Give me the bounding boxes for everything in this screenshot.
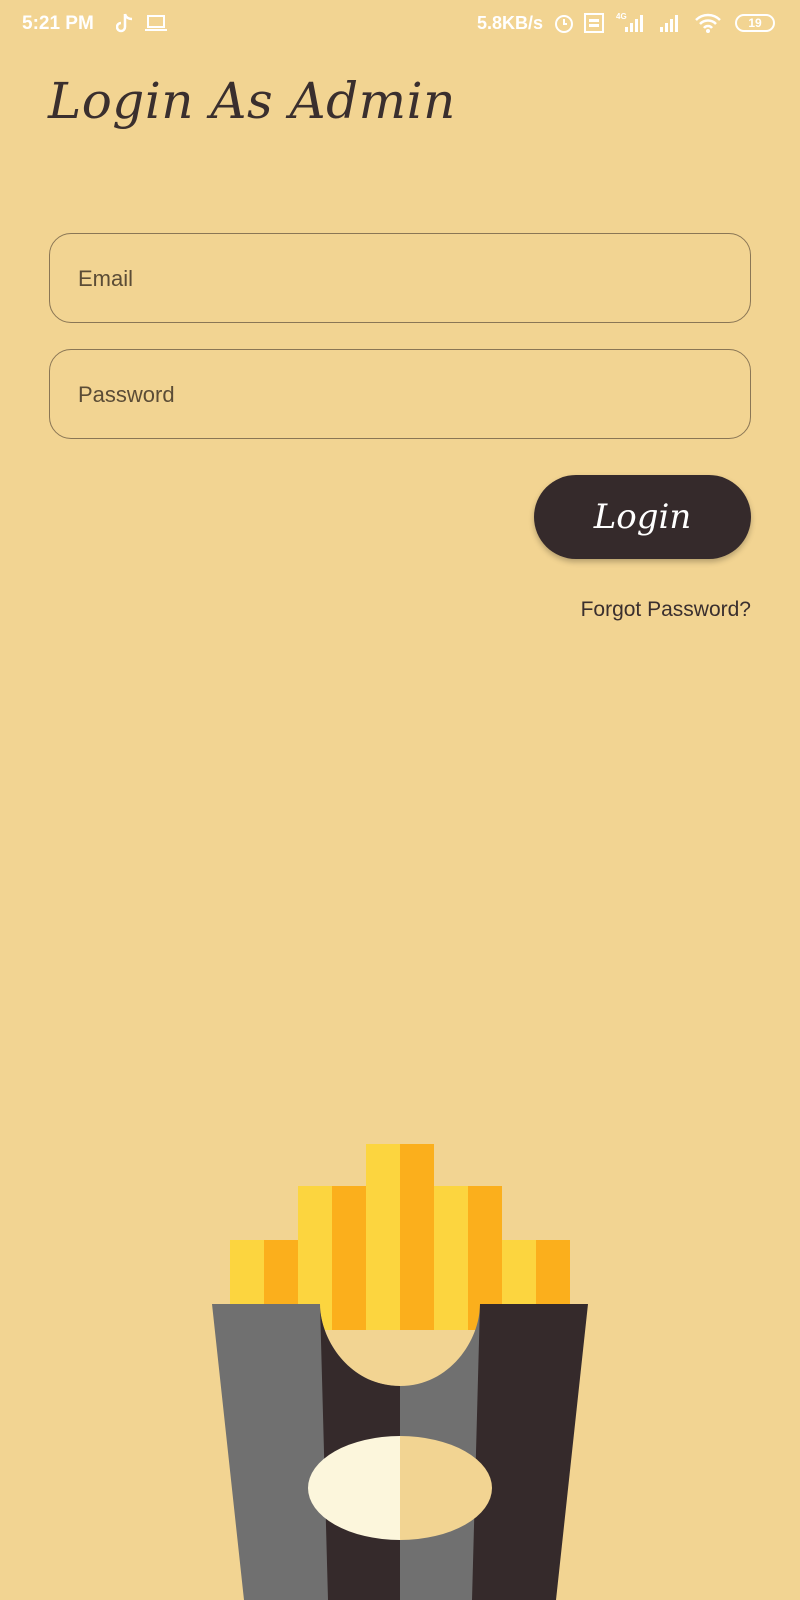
battery-icon: 19 (735, 14, 775, 32)
volte-icon (584, 13, 604, 33)
status-bar: 5:21 PM 5.8KB/s 4G 19 (0, 0, 800, 48)
email-field-container (49, 233, 751, 324)
signal-icon (660, 15, 678, 32)
network-speed: 5.8KB/s (477, 13, 544, 33)
laptop-icon (145, 15, 167, 31)
status-time: 5:21 PM (22, 13, 94, 34)
tiktok-icon (116, 13, 133, 33)
login-button[interactable]: Login (534, 475, 751, 559)
password-field-container (49, 349, 751, 440)
battery-level: 19 (748, 16, 762, 30)
email-field[interactable] (76, 234, 720, 324)
alarm-icon (555, 15, 573, 33)
french-fries-icon (212, 1144, 588, 1600)
svg-text:4G: 4G (616, 12, 627, 21)
password-field[interactable] (76, 350, 720, 440)
forgot-password-link[interactable]: Forgot Password? (581, 598, 751, 622)
wifi-icon (695, 13, 721, 33)
signal-4g-icon: 4G (616, 12, 643, 32)
page-title: Login As Admin (48, 72, 456, 130)
